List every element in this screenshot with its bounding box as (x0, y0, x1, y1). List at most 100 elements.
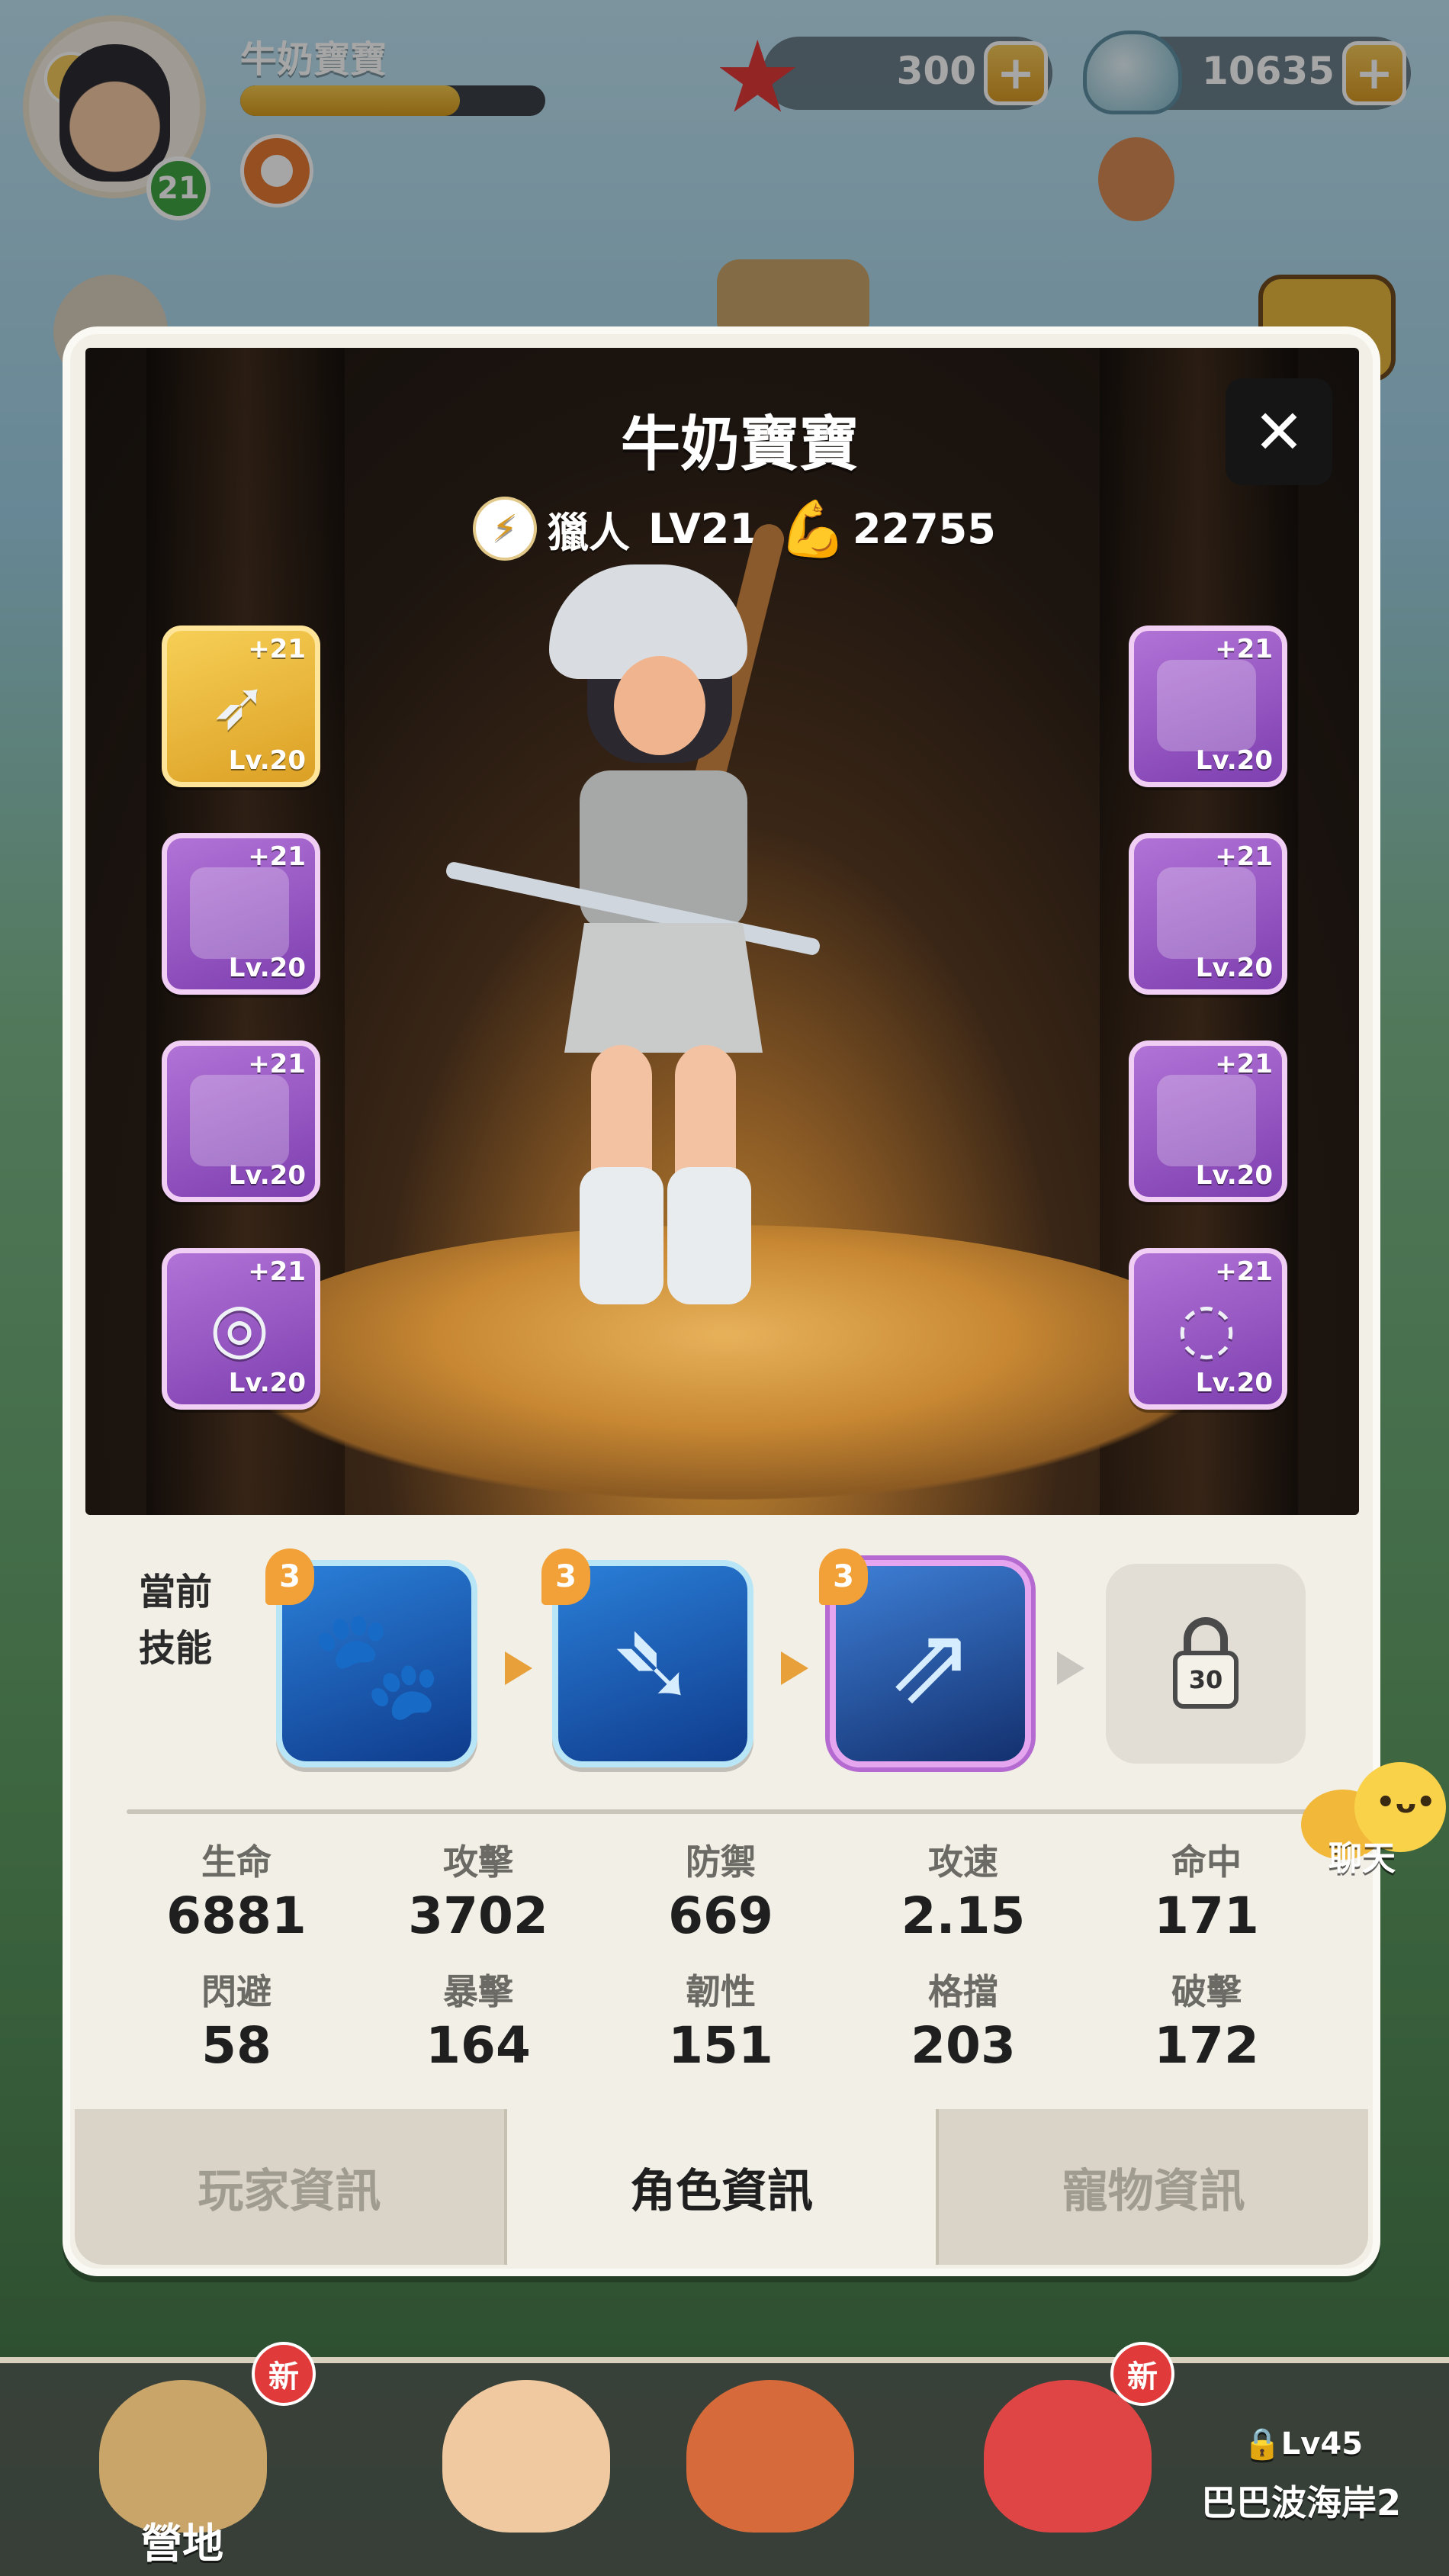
item-level: Lv.20 (1195, 1368, 1273, 1398)
tab-player-info[interactable]: 玩家資訊 (75, 2109, 507, 2265)
equip-slot-boots[interactable]: +21 Lv.20 (1129, 1040, 1287, 1202)
current-skills-label: 當前 技能 (139, 1564, 238, 1677)
arrow-rain-icon: ➴ (608, 1603, 698, 1727)
pet-dino-icon (984, 2380, 1152, 2533)
stat-label: 命中 (1171, 1841, 1242, 1883)
stat-value: 164 (426, 2016, 531, 2075)
item-level: Lv.20 (1195, 745, 1273, 776)
class-level: LV21 (648, 504, 758, 553)
twin-arrow-icon: ⇗ (885, 1603, 975, 1727)
stat-defense: 防禦 669 (606, 1835, 835, 1945)
boots-icon (1157, 1075, 1256, 1166)
enhance-level: +21 (248, 1256, 306, 1287)
hero-character-model[interactable] (445, 520, 930, 1388)
skill-chain-arrow-icon (781, 1651, 808, 1685)
stat-value: 58 (201, 2016, 271, 2075)
stat-value: 172 (1154, 2016, 1259, 2075)
stat-label: 生命 (201, 1841, 271, 1883)
stat-toughness: 韌性 151 (606, 1964, 835, 2075)
enhance-level: +21 (1215, 1049, 1273, 1079)
close-button[interactable]: ✕ (1226, 378, 1332, 485)
tab-character-info[interactable]: 角色資訊 (506, 2109, 940, 2265)
stat-label: 格擋 (928, 1971, 998, 2012)
skill-chain-arrow-icon (505, 1651, 532, 1685)
equip-slot-arm[interactable]: +21 Lv.20 (162, 1040, 320, 1202)
equip-slot-armor[interactable]: +21 Lv.20 (1129, 833, 1287, 995)
hero-skirt (564, 923, 763, 1053)
enhance-level: +21 (248, 1049, 306, 1079)
chat-label: 聊天 (1329, 1839, 1396, 1878)
stat-pierce: 破擊 172 (1092, 1964, 1321, 2075)
hero-face (614, 656, 705, 755)
stat-block: 格擋 203 (849, 1964, 1078, 2075)
chat-face: •ᴗ• (1376, 1785, 1436, 1820)
enhance-level: +21 (1215, 1256, 1273, 1287)
stat-critical: 暴擊 164 (364, 1964, 593, 2075)
stat-value: 151 (668, 2016, 773, 2075)
locked-skill-slot[interactable]: 30 (1106, 1564, 1306, 1764)
item-level: Lv.20 (228, 1368, 306, 1398)
equip-slot-helmet[interactable]: +21 Lv.20 (162, 833, 320, 995)
equip-slot-weapon[interactable]: ➶ +21 Lv.20 (162, 626, 320, 787)
stat-value: 3702 (408, 1886, 548, 1945)
equip-slot-ring[interactable]: ◎ +21 Lv.20 (162, 1248, 320, 1410)
ring-icon: ◎ (209, 1288, 270, 1368)
totem-mask-icon (686, 2380, 854, 2533)
combat-power: 22755 (852, 504, 996, 553)
skill-level-badge: 3 (541, 1548, 590, 1605)
hero-left-boot (580, 1167, 663, 1304)
item-level: Lv.20 (228, 745, 306, 776)
hero-portrait-icon (442, 2380, 610, 2533)
info-tabs: 玩家資訊 角色資訊 寵物資訊 (75, 2109, 1368, 2265)
stat-accuracy: 命中 171 (1092, 1835, 1321, 1945)
stat-label: 防禦 (686, 1841, 756, 1883)
stat-label: 閃避 (201, 1971, 271, 2012)
skill-label-line2: 技能 (139, 1627, 213, 1670)
stat-attack: 攻擊 3702 (364, 1835, 593, 1945)
stat-value: 6881 (166, 1886, 307, 1945)
armor-icon (1157, 867, 1256, 959)
nav-totem[interactable] (656, 2349, 885, 2576)
skill-level-badge: 3 (819, 1548, 868, 1605)
enhance-level: +21 (1215, 841, 1273, 872)
wolf-helmet-icon (190, 867, 289, 959)
new-badge: 新 (252, 2342, 316, 2406)
armguard-icon (190, 1075, 289, 1166)
unlock-level: 30 (1173, 1651, 1239, 1709)
map-level-lock: 🔒Lv45 (1243, 2426, 1364, 2462)
item-level: Lv.20 (228, 1160, 306, 1191)
stat-value: 171 (1154, 1886, 1259, 1945)
equip-slot-necklace[interactable]: ◌ +21 Lv.20 (1129, 1248, 1287, 1410)
bow-icon: ➶ (210, 665, 268, 745)
item-level: Lv.20 (1195, 1160, 1273, 1191)
stat-label: 韌性 (686, 1971, 756, 2012)
stat-label: 破擊 (1171, 1971, 1242, 2012)
nav-hero[interactable] (412, 2349, 641, 2576)
stat-attack-speed: 攻速 2.15 (849, 1835, 1078, 1945)
stat-value: 2.15 (901, 1886, 1026, 1945)
map-name[interactable]: 巴巴波海岸2 (1201, 2475, 1401, 2526)
hunter-class-icon: ⚡ (473, 497, 537, 561)
skill-chain-arrow-icon (1057, 1651, 1084, 1685)
hero-right-boot (667, 1167, 751, 1304)
skill-level-badge: 3 (265, 1548, 314, 1605)
pet-skill-icon: 🐾 (310, 1603, 444, 1727)
camp-label: 營地 (141, 2520, 223, 2568)
stat-evasion: 閃避 58 (122, 1964, 351, 2075)
item-level: Lv.20 (1195, 953, 1273, 983)
class-name: 獵人 (548, 508, 630, 557)
enhance-level: +21 (1215, 634, 1273, 664)
new-badge: 新 (1110, 2342, 1174, 2406)
character-name: 牛奶寶寶 (620, 410, 859, 479)
enhance-level: +21 (248, 634, 306, 664)
stat-label: 攻擊 (443, 1841, 513, 1883)
equip-slot-gauntlet[interactable]: +21 Lv.20 (1129, 626, 1287, 787)
stat-label: 暴擊 (443, 1971, 513, 2012)
stat-value: 203 (911, 2016, 1016, 2075)
necklace-icon: ◌ (1176, 1288, 1237, 1368)
tab-pet-info[interactable]: 寵物資訊 (939, 2109, 1368, 2265)
class-info-row: ⚡ 獵人 LV21 💪 22755 (473, 494, 996, 563)
stat-hp: 生命 6881 (122, 1835, 351, 1945)
stat-label: 攻速 (928, 1841, 998, 1883)
power-arm-icon: 💪 (779, 496, 847, 561)
